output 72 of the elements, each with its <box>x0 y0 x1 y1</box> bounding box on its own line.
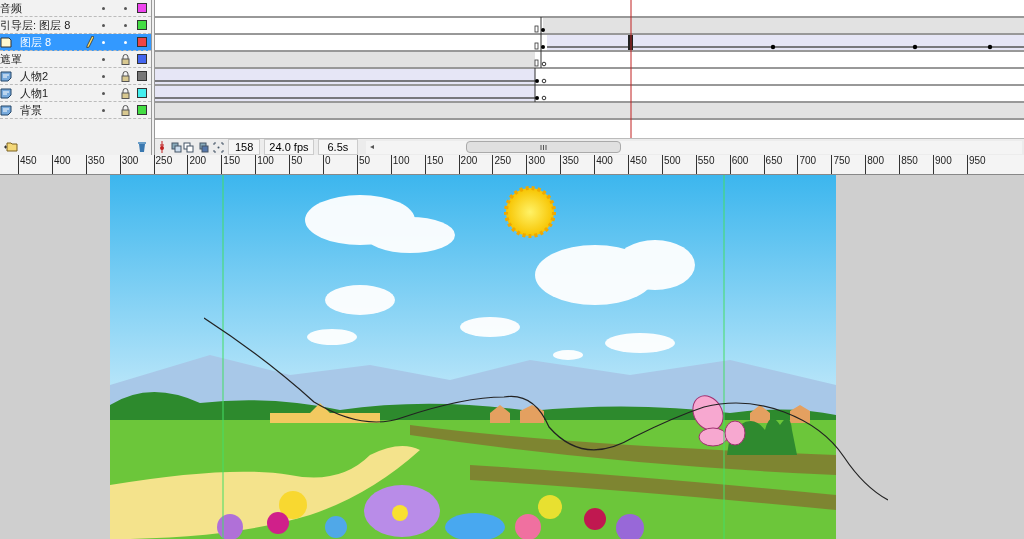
ruler-label: 400 <box>595 155 613 167</box>
scroll-left-arrow[interactable]: ◂ <box>366 141 379 153</box>
ruler-label: 550 <box>696 155 715 167</box>
timeline-frames-drawing[interactable] <box>155 0 1024 138</box>
layer-row[interactable]: 引导层: 图层 8 <box>0 17 151 34</box>
horizontal-scrollbar[interactable]: ◂ <box>366 140 1022 154</box>
center-frame-icon[interactable] <box>157 141 167 153</box>
ruler-label: 850 <box>900 155 918 167</box>
edit-frames-icon[interactable] <box>199 141 209 153</box>
ruler-label: 200 <box>459 155 478 167</box>
ruler-label: 50 <box>357 155 371 167</box>
ruler-label: 200 <box>188 155 207 167</box>
layer-row[interactable]: 背景 <box>0 102 151 119</box>
outline-color-swatch[interactable] <box>137 37 147 47</box>
outline-color-swatch[interactable] <box>137 88 147 98</box>
ruler-label: 400 <box>52 155 71 167</box>
layer-row[interactable]: 遮罩 <box>0 51 151 68</box>
outline-color-swatch[interactable] <box>137 105 147 115</box>
outline-color-swatch[interactable] <box>137 20 147 30</box>
ruler-label: 700 <box>798 155 817 167</box>
ruler-label: 250 <box>154 155 173 167</box>
lock-icon[interactable] <box>120 104 130 116</box>
layer-name: 音频 <box>0 0 22 16</box>
layer-name: 人物1 <box>20 85 49 101</box>
ruler-label: 500 <box>662 155 681 167</box>
layer-name: 背景 <box>20 102 42 118</box>
ruler-label: 800 <box>866 155 884 167</box>
ruler-label: 50 <box>290 155 303 167</box>
ruler-label: 600 <box>730 155 749 167</box>
ruler-label: 150 <box>425 155 444 167</box>
pencil-icon <box>86 36 94 48</box>
layer-page-icon <box>0 36 12 48</box>
elapsed-time-field: 6.5s <box>317 139 359 155</box>
layer-name: 遮罩 <box>0 51 22 67</box>
ruler-label: 950 <box>967 155 986 167</box>
ruler-label: 350 <box>86 155 105 167</box>
ruler-label: 300 <box>120 155 139 167</box>
layer-row[interactable]: 人物2 <box>0 68 151 85</box>
ruler-label: 750 <box>832 155 851 167</box>
lock-icon[interactable] <box>120 87 130 99</box>
ruler-label: 350 <box>561 155 579 167</box>
ruler-label: 650 <box>764 155 783 167</box>
current-frame-field[interactable]: 158 <box>228 139 261 155</box>
outline-color-swatch[interactable] <box>137 3 147 13</box>
lock-icon[interactable] <box>120 53 130 65</box>
onion-markers-icon[interactable] <box>213 141 224 153</box>
onion-skin-icon[interactable] <box>171 141 195 153</box>
outline-color-swatch[interactable] <box>137 71 147 81</box>
ruler-label: 0 <box>324 155 331 167</box>
layer-row[interactable]: 音频 <box>0 0 151 17</box>
ruler-label: 100 <box>256 155 274 167</box>
masked-layer-icon <box>0 87 12 99</box>
masked-layer-icon <box>0 70 12 82</box>
lock-icon[interactable] <box>120 70 130 82</box>
layer-name: 图层 8 <box>20 34 52 50</box>
layer-name: 引导层: 图层 8 <box>0 17 71 33</box>
ruler-label: 300 <box>527 155 546 167</box>
new-folder-icon[interactable] <box>4 141 18 152</box>
ruler-label: 250 <box>493 155 512 167</box>
grip-icon <box>540 144 548 150</box>
outline-color-swatch[interactable] <box>137 54 147 64</box>
ruler-label: 450 <box>629 155 647 167</box>
masked-layer-icon <box>0 104 12 116</box>
layer-row[interactable]: 人物1 <box>0 85 151 102</box>
ruler-label: 100 <box>391 155 410 167</box>
frame-rate-field[interactable]: 24.0 fps <box>264 139 314 155</box>
layer-name: 人物2 <box>20 68 49 84</box>
ruler-label: 150 <box>222 155 241 167</box>
scroll-thumb[interactable] <box>466 141 622 153</box>
ruler-label: 900 <box>934 155 952 167</box>
ruler-label: 450 <box>19 155 37 167</box>
trash-icon[interactable] <box>137 141 147 152</box>
